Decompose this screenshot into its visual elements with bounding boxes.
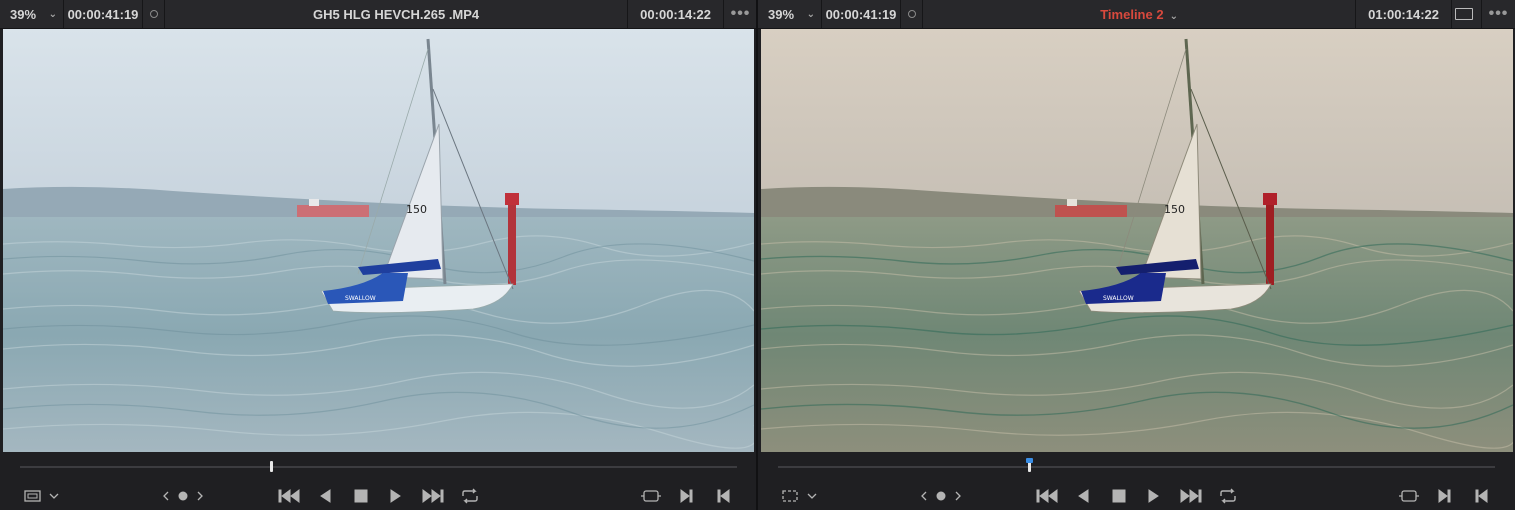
timeline-image[interactable]: 150 SWALLOW [761,29,1513,452]
zoom-level: 39% [768,6,795,22]
graded-sailboat-frame-image: 150 SWALLOW [761,29,1513,452]
go-to-last-frame-icon[interactable] [1178,484,1204,508]
chevron-down-icon: ⌄ [1169,10,1178,22]
zoom-dropdown[interactable]: 39% ⌄ [0,0,64,28]
play-reverse-icon[interactable] [314,484,336,508]
zoom-level: 39% [10,6,37,22]
playhead[interactable] [1025,458,1033,472]
stop-icon[interactable] [1108,484,1130,508]
svg-text:SWALLOW: SWALLOW [1103,295,1134,302]
go-to-first-frame-icon[interactable] [276,484,302,508]
play-reverse-icon[interactable] [1072,484,1094,508]
source-timecode[interactable]: 00:00:41:19 [64,0,143,28]
mark-in-icon[interactable] [676,484,698,508]
status-dot-icon [901,0,923,28]
go-to-last-frame-icon[interactable] [420,484,446,508]
viewer-timecode[interactable]: 00:00:14:22 [627,0,723,28]
svg-text:SWALLOW: SWALLOW [345,295,376,302]
mark-in-icon[interactable] [1434,484,1456,508]
source-viewer-header: 39% ⌄ 00:00:41:19 GH5 HLG HEVCH.265 .MP4… [0,0,757,29]
stop-icon[interactable] [350,484,372,508]
timeline-selector[interactable]: Timeline 2 ⌄ [923,0,1355,28]
safe-area-icon[interactable] [780,484,820,508]
source-viewer: 39% ⌄ 00:00:41:19 GH5 HLG HEVCH.265 .MP4… [0,0,757,510]
play-icon[interactable] [1143,484,1165,508]
transport-controls [0,484,757,508]
timeline-viewer: 39% ⌄ 00:00:41:19 Timeline 2 ⌄ 01:00:14:… [758,0,1515,510]
match-frame-icon[interactable] [1396,484,1422,508]
monitor-icon[interactable] [1451,0,1481,28]
source-image[interactable]: 150 SWALLOW [3,29,754,452]
more-options-icon[interactable]: ••• [723,0,757,28]
zoom-dropdown[interactable]: 39% ⌄ [758,0,822,28]
chevron-down-icon: ⌄ [48,8,57,20]
jog-wheel-icon[interactable] [918,484,964,508]
scrubber-bar[interactable] [778,458,1495,472]
svg-text:150: 150 [406,203,427,216]
go-to-first-frame-icon[interactable] [1034,484,1060,508]
source-timecode[interactable]: 00:00:41:19 [822,0,901,28]
loop-icon[interactable] [1216,484,1240,508]
timeline-viewer-header: 39% ⌄ 00:00:41:19 Timeline 2 ⌄ 01:00:14:… [758,0,1515,29]
scrubber-bar[interactable] [20,461,737,472]
mark-out-icon[interactable] [712,484,734,508]
status-dot-icon [143,0,165,28]
match-frame-icon[interactable] [638,484,664,508]
svg-text:150: 150 [1164,203,1185,216]
jog-wheel-icon[interactable] [160,484,206,508]
safe-area-icon[interactable] [22,484,62,508]
timeline-title: Timeline 2 [1100,6,1164,22]
loop-icon[interactable] [458,484,482,508]
more-options-icon[interactable]: ••• [1481,0,1515,28]
clip-title: GH5 HLG HEVCH.265 .MP4 [313,6,480,22]
chevron-down-icon: ⌄ [806,8,815,20]
play-icon[interactable] [385,484,407,508]
transport-controls [758,484,1515,508]
playhead[interactable] [269,461,273,472]
mark-out-icon[interactable] [1470,484,1492,508]
timeline-timecode[interactable]: 01:00:14:22 [1355,0,1451,28]
sailboat-frame-image: 150 SWALLOW [3,29,754,452]
